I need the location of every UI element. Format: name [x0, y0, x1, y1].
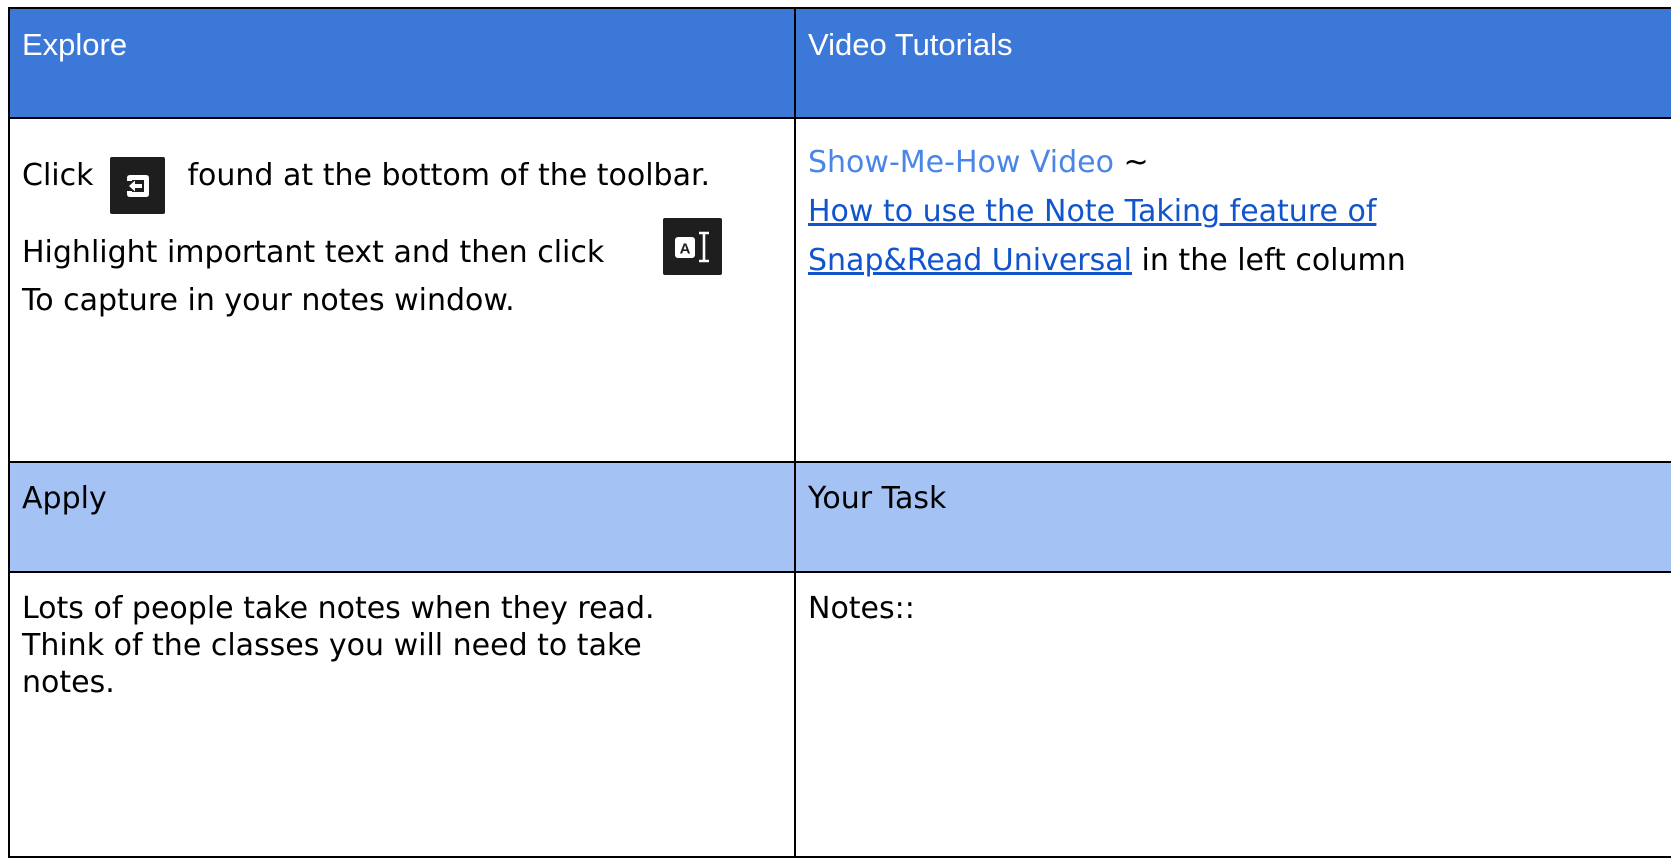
video-tutorials-heading: Video Tutorials	[808, 27, 1013, 62]
notes-label: Notes::	[808, 591, 915, 626]
video-trailing-text: in the left column	[1141, 242, 1406, 278]
video-tutorials-header-cell: Video Tutorials	[794, 7, 1671, 119]
apply-body-row: Lots of people take notes when they read…	[8, 571, 1671, 858]
apply-heading: Apply	[22, 481, 107, 516]
exit-arrow-icon	[110, 157, 166, 214]
explore-heading: Explore	[22, 27, 128, 62]
video-label-line: Show-Me-How Video ~	[808, 139, 1671, 188]
apply-header-row: Apply Your Task	[8, 461, 1671, 573]
lesson-table: Explore Video Tutorials Click found at t…	[8, 7, 1671, 858]
video-link-line2: Snap&Read Universal in the left column	[808, 237, 1671, 286]
video-separator: ~	[1123, 145, 1149, 180]
step1-prefix: Click	[22, 157, 94, 193]
apply-text-cell: Lots of people take notes when they read…	[8, 571, 796, 858]
explore-header-cell: Explore	[8, 7, 796, 119]
step2-suffix: To capture in your notes window.	[22, 282, 515, 318]
your-task-header-cell: Your Task	[794, 461, 1671, 573]
step2-suffix-line: To capture in your notes window.	[22, 282, 794, 320]
explore-header-row: Explore Video Tutorials	[8, 7, 1671, 119]
step2-prefix: Highlight important text and then click	[22, 235, 605, 270]
note-taking-tutorial-link[interactable]: How to use the Note Taking feature of	[808, 194, 1376, 229]
apply-line-2: Think of the classes you will need to ta…	[22, 627, 642, 663]
snap-read-universal-link[interactable]: Snap&Read Universal	[808, 243, 1132, 278]
apply-line-1: Lots of people take notes when they read…	[22, 591, 655, 626]
explore-instructions-cell: Click found at the bottom of the toolbar…	[8, 117, 796, 463]
video-tutorials-cell: Show-Me-How Video ~ How to use the Note …	[794, 117, 1671, 463]
step1-line: Click found at the bottom of the toolbar…	[22, 147, 794, 214]
svg-text:A: A	[679, 240, 690, 257]
apply-line-3: notes.	[22, 664, 115, 700]
your-task-heading: Your Task	[808, 481, 947, 516]
video-link-line1: How to use the Note Taking feature of	[808, 188, 1671, 237]
explore-body-row: Click found at the bottom of the toolbar…	[8, 117, 1671, 463]
text-capture-icon: A	[663, 218, 722, 275]
step1-suffix: found at the bottom of the toolbar.	[187, 157, 711, 193]
show-me-how-label: Show-Me-How Video	[808, 145, 1114, 180]
apply-header-cell: Apply	[8, 461, 796, 573]
notes-cell[interactable]: Notes::	[794, 571, 1671, 858]
